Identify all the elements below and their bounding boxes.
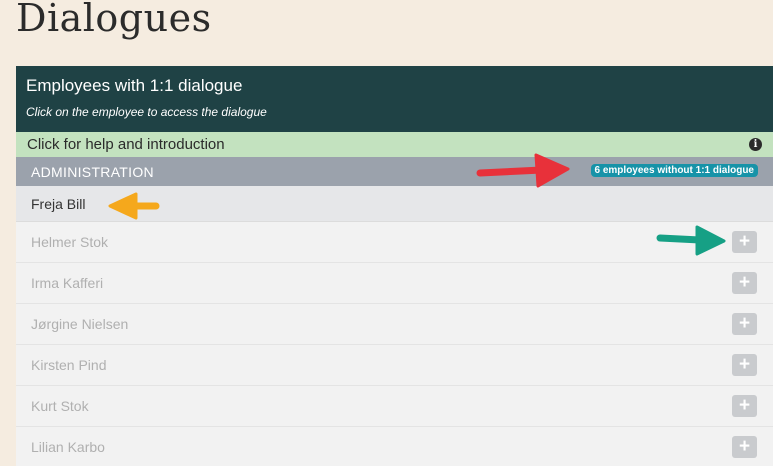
add-dialogue-button[interactable]: + [732, 354, 757, 376]
employee-list: Freja Bill Helmer Stok + Irma Kafferi + Jørgi… [16, 186, 773, 466]
add-dialogue-button[interactable]: + [732, 395, 757, 417]
employee-row: Helmer Stok + [16, 222, 773, 263]
add-dialogue-button[interactable]: + [732, 231, 757, 253]
employee-name: Jørgine Nielsen [31, 316, 129, 332]
employee-dialogue-panel: Employees with 1:1 dialogue Click on the… [16, 66, 773, 466]
employee-row: Jørgine Nielsen + [16, 304, 773, 345]
add-dialogue-button[interactable]: + [732, 272, 757, 294]
employee-name: Kirsten Pind [31, 357, 107, 373]
help-label: Click for help and introduction [27, 136, 225, 153]
group-header-administration: ADMINISTRATION 6 employees without 1:1 d… [16, 157, 773, 186]
employee-row: Lilian Karbo + [16, 427, 773, 466]
employee-row: Irma Kafferi + [16, 263, 773, 304]
panel-title: Employees with 1:1 dialogue [26, 76, 243, 95]
employee-name: Freja Bill [31, 195, 86, 212]
add-dialogue-button[interactable]: + [732, 313, 757, 335]
panel-header: Employees with 1:1 dialogue Click on the… [16, 66, 773, 132]
employee-name: Kurt Stok [31, 398, 89, 414]
group-name: ADMINISTRATION [31, 163, 154, 180]
help-introduction-bar[interactable]: Click for help and introduction i [16, 132, 773, 157]
info-icon[interactable]: i [749, 138, 762, 151]
add-dialogue-button[interactable]: + [732, 436, 757, 458]
employee-name: Helmer Stok [31, 234, 109, 250]
employee-row: Kirsten Pind + [16, 345, 773, 386]
panel-subtitle: Click on the employee to access the dial… [26, 105, 267, 119]
missing-dialogue-badge: 6 employees without 1:1 dialogue [590, 163, 758, 177]
employee-name: Irma Kafferi [31, 275, 104, 291]
page-title: Dialogues [16, 0, 212, 40]
employee-row[interactable]: Freja Bill [16, 186, 773, 222]
employee-row: Kurt Stok + [16, 386, 773, 427]
employee-name: Lilian Karbo [31, 439, 105, 455]
